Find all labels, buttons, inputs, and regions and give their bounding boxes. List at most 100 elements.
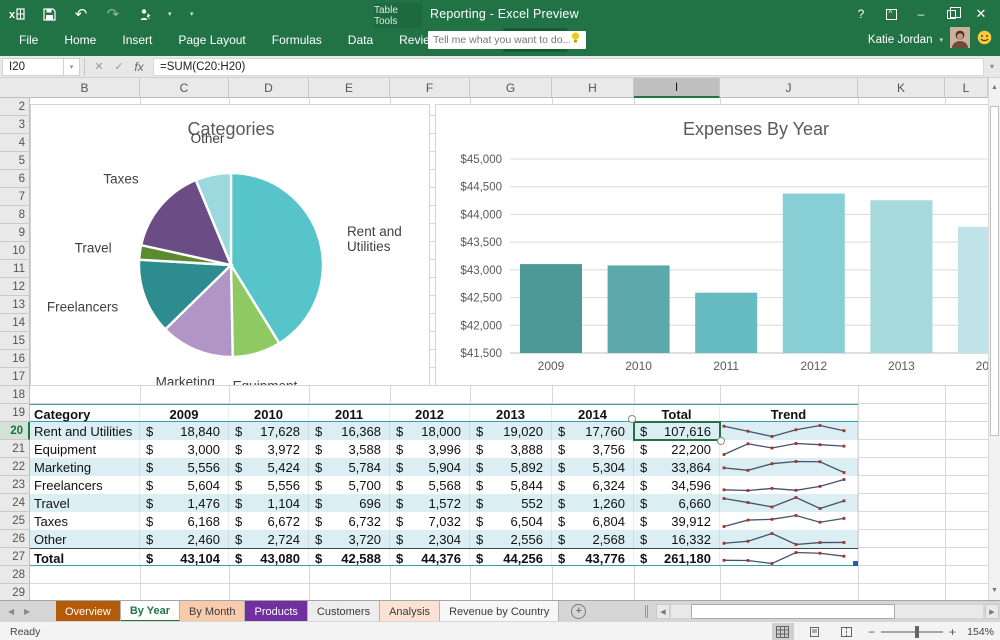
expand-formula-bar-icon[interactable]: ▾ xyxy=(984,62,1000,71)
table-cell-category[interactable]: Rent and Utilities xyxy=(30,422,140,440)
table-cell[interactable]: $43,080 xyxy=(229,549,309,567)
sheet-nav-left-icon[interactable]: ◀ xyxy=(8,601,14,622)
formula-input[interactable]: =SUM(C20:H20) xyxy=(153,57,984,76)
row-header-20[interactable]: 20 xyxy=(0,422,30,440)
table-cell[interactable]: $1,260 xyxy=(552,494,634,512)
row-header-24[interactable]: 24 xyxy=(0,494,30,512)
table-header-trend[interactable]: Trend xyxy=(720,405,858,423)
table-cell[interactable]: $18,000 xyxy=(390,422,470,440)
table-cell-category[interactable]: Equipment xyxy=(30,440,140,458)
column-header-E[interactable]: E xyxy=(309,78,390,98)
table-cell[interactable]: $1,104 xyxy=(229,494,309,512)
name-box[interactable]: I20 xyxy=(2,57,64,76)
table-cell[interactable]: $16,368 xyxy=(309,422,390,440)
table-cell[interactable]: $5,700 xyxy=(309,476,390,494)
table-cell[interactable]: $696 xyxy=(309,494,390,512)
normal-view-icon[interactable] xyxy=(771,623,794,640)
zoom-in-icon[interactable]: + xyxy=(949,625,956,639)
table-cell[interactable]: $33,864 xyxy=(634,458,720,476)
table-cell[interactable]: $5,892 xyxy=(470,458,552,476)
row-header-26[interactable]: 26 xyxy=(0,530,30,548)
table-cell[interactable]: $17,760 xyxy=(552,422,634,440)
table-cell[interactable]: $5,784 xyxy=(309,458,390,476)
row-header-15[interactable]: 15 xyxy=(0,332,30,350)
selection-handle[interactable] xyxy=(717,437,725,445)
tab-split-handle[interactable] xyxy=(645,605,648,618)
column-header-B[interactable]: B xyxy=(30,78,140,98)
table-cell[interactable]: $17,628 xyxy=(229,422,309,440)
zoom-level[interactable]: 154% xyxy=(966,626,994,638)
ribbon-tab-formulas[interactable]: Formulas xyxy=(259,28,335,52)
touch-mode-icon[interactable] xyxy=(136,5,154,23)
row-header-2[interactable]: 2 xyxy=(0,98,30,116)
table-header-2010[interactable]: 2010 xyxy=(229,405,309,423)
row-header-7[interactable]: 7 xyxy=(0,188,30,206)
table-cell[interactable]: $44,256 xyxy=(470,549,552,567)
row-header-17[interactable]: 17 xyxy=(0,368,30,386)
sheet-tab-customers[interactable]: Customers xyxy=(307,601,381,622)
table-cell[interactable]: $5,556 xyxy=(229,476,309,494)
zoom-slider-thumb[interactable] xyxy=(914,625,919,638)
table-cell-category[interactable]: Travel xyxy=(30,494,140,512)
close-icon[interactable]: ✕ xyxy=(966,0,996,28)
row-header-8[interactable]: 8 xyxy=(0,206,30,224)
table-cell[interactable]: $7,032 xyxy=(390,512,470,530)
table-cell[interactable]: $2,568 xyxy=(552,530,634,548)
row-header-21[interactable]: 21 xyxy=(0,440,30,458)
table-cell[interactable]: $43,776 xyxy=(552,549,634,567)
table-cell[interactable]: $6,732 xyxy=(309,512,390,530)
zoom-out-icon[interactable]: − xyxy=(868,625,875,639)
table-cell[interactable]: $5,604 xyxy=(140,476,229,494)
table-cell[interactable]: $2,460 xyxy=(140,530,229,548)
column-header-F[interactable]: F xyxy=(390,78,470,98)
table-cell[interactable]: $6,324 xyxy=(552,476,634,494)
table-cell[interactable]: $5,556 xyxy=(140,458,229,476)
table-cell[interactable]: $5,304 xyxy=(552,458,634,476)
vertical-scroll-thumb[interactable] xyxy=(990,106,999,436)
ribbon-tab-page-layout[interactable]: Page Layout xyxy=(165,28,258,52)
table-cell-category[interactable]: Freelancers xyxy=(30,476,140,494)
table-cell[interactable]: $6,660 xyxy=(634,494,720,512)
bar-2013[interactable] xyxy=(870,200,933,353)
row-header-10[interactable]: 10 xyxy=(0,242,30,260)
row-header-13[interactable]: 13 xyxy=(0,296,30,314)
selection-handle[interactable] xyxy=(628,415,636,423)
table-header-2012[interactable]: 2012 xyxy=(390,405,470,423)
table-cell[interactable]: $6,804 xyxy=(552,512,634,530)
table-cell[interactable]: $1,476 xyxy=(140,494,229,512)
table-cell-trend[interactable] xyxy=(720,422,858,440)
table-header-category[interactable]: Category xyxy=(30,405,140,423)
table-cell[interactable]: $6,168 xyxy=(140,512,229,530)
sheet-tab-by-year[interactable]: By Year xyxy=(120,601,181,622)
table-cell[interactable]: $42,588 xyxy=(309,549,390,567)
row-header-12[interactable]: 12 xyxy=(0,278,30,296)
table-cell[interactable]: $6,672 xyxy=(229,512,309,530)
column-header-K[interactable]: K xyxy=(858,78,945,98)
table-cell-category[interactable]: Marketing xyxy=(30,458,140,476)
table-cell[interactable]: $3,000 xyxy=(140,440,229,458)
vertical-scrollbar[interactable]: ▲ ▼ xyxy=(988,78,1000,600)
row-header-18[interactable]: 18 xyxy=(0,386,30,404)
table-cell-trend[interactable] xyxy=(720,512,858,530)
table-cell[interactable]: $6,504 xyxy=(470,512,552,530)
table-cell[interactable]: $22,200 xyxy=(634,440,720,458)
row-header-4[interactable]: 4 xyxy=(0,134,30,152)
table-cell[interactable]: $3,756 xyxy=(552,440,634,458)
row-header-3[interactable]: 3 xyxy=(0,116,30,134)
cell-grid[interactable]: 2 3 4 5 6 7 8 9 10 11 12 13 14 15 16 17 18 19 20 21 22 23 24 25… xyxy=(0,98,1000,600)
sheet-tab-revenue-by-country[interactable]: Revenue by Country xyxy=(440,601,560,622)
smiley-feedback-icon[interactable] xyxy=(977,30,992,50)
table-header-2013[interactable]: 2013 xyxy=(470,405,552,423)
table-header-2011[interactable]: 2011 xyxy=(309,405,390,423)
table-cell-trend[interactable] xyxy=(720,458,858,476)
scroll-up-icon[interactable]: ▲ xyxy=(989,80,1000,95)
minimize-icon[interactable]: – xyxy=(906,0,936,28)
table-cell[interactable]: $3,720 xyxy=(309,530,390,548)
bar-chart[interactable]: Expenses By Year $41,500 $42,000 $42,500 $43… xyxy=(435,104,1000,386)
column-header-H[interactable]: H xyxy=(552,78,634,98)
column-header-L[interactable]: L xyxy=(945,78,988,98)
restore-icon[interactable] xyxy=(936,0,966,28)
table-cell[interactable]: $5,424 xyxy=(229,458,309,476)
scroll-right-icon[interactable]: ▶ xyxy=(985,604,999,619)
undo-icon[interactable]: ↶ xyxy=(72,5,90,23)
